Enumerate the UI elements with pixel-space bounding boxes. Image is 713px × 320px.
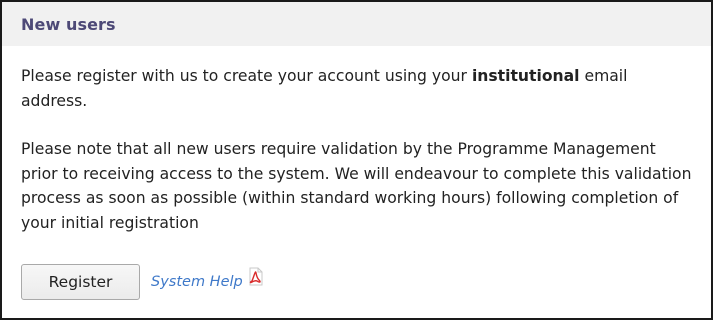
actions-row: Register System Help (21, 264, 265, 300)
panel-body: Please register with us to create your a… (2, 46, 711, 235)
panel-title: New users (21, 14, 116, 34)
intro-emphasis: institutional (471, 67, 580, 85)
panel-header: New users (2, 2, 711, 46)
pdf-icon[interactable] (246, 267, 265, 286)
intro-paragraph: Please register with us to create your a… (21, 64, 692, 113)
intro-text-before: Please register with us to create your a… (21, 67, 472, 85)
validation-note: Please note that all new users require v… (21, 140, 692, 232)
system-help-link[interactable]: System Help (151, 274, 243, 290)
register-button[interactable]: Register (21, 264, 140, 300)
new-users-panel: New users Please register with us to cre… (0, 0, 713, 320)
